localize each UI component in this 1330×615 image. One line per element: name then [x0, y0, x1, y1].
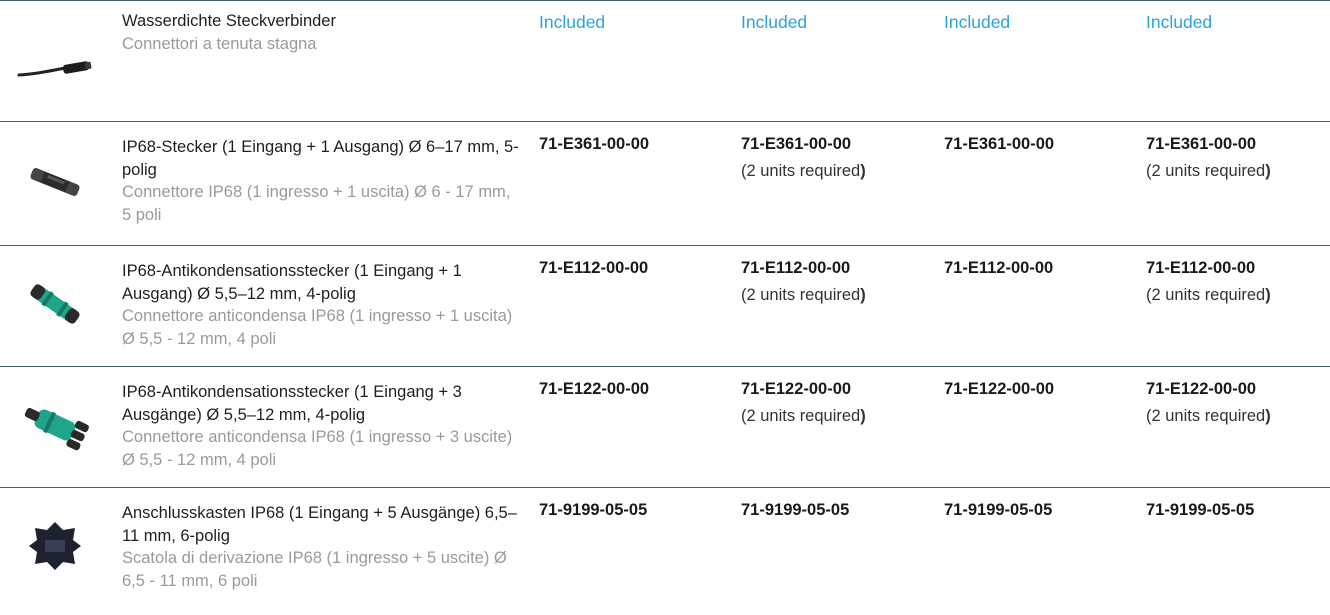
table-row: Wasserdichte Steckverbinder Connettori a… — [0, 0, 1330, 121]
german-description: IP68-Antikondensationsstecker (1 Eingang… — [122, 262, 462, 303]
german-description: Anschlusskasten IP68 (1 Eingang + 5 Ausg… — [122, 504, 517, 545]
part-number-cell: 71-E361-00-00 — [944, 131, 1054, 158]
part-number-cell: 71-9199-05-05 — [539, 497, 647, 524]
units-note: (2 units required) — [741, 286, 866, 304]
included-label: Included — [1146, 12, 1213, 32]
part-number: 71-E112-00-00 — [1146, 259, 1256, 277]
part-number-cell: 71-E361-00-00 (2 units required) — [1146, 131, 1271, 185]
part-number: 71-E122-00-00 — [741, 380, 852, 398]
units-note: (2 units required) — [741, 162, 866, 180]
ip68-connector-icon — [0, 142, 110, 222]
german-description: IP68-Antikondensationsstecker (1 Eingang… — [122, 383, 462, 424]
part-number: 71-E112-00-00 — [539, 259, 649, 277]
junction-box-icon — [0, 506, 110, 586]
part-number-cell: 71-E112-00-00 (2 units required) — [1146, 255, 1271, 309]
included-label: Included — [539, 12, 606, 32]
table-row: IP68-Stecker (1 Eingang + 1 Ausgang) Ø 6… — [0, 121, 1330, 245]
part-number: 71-E361-00-00 — [539, 135, 650, 153]
row-description: Anschlusskasten IP68 (1 Eingang + 5 Ausg… — [122, 502, 522, 592]
part-number-cell: 71-E122-00-00 (2 units required) — [1146, 376, 1271, 430]
included-label: Included — [741, 12, 808, 32]
table-row: IP68-Antikondensationsstecker (1 Eingang… — [0, 366, 1330, 487]
part-number: 71-E112-00-00 — [944, 259, 1054, 277]
part-number: 71-E122-00-00 — [539, 380, 650, 398]
part-number: 71-9199-05-05 — [741, 501, 850, 519]
table-row: IP68-Antikondensationsstecker (1 Eingang… — [0, 245, 1330, 366]
italian-description: Connettore anticondensa IP68 (1 ingresso… — [122, 307, 513, 348]
part-number-cell: 71-E361-00-00 (2 units required) — [741, 131, 866, 185]
units-note: (2 units required) — [741, 407, 866, 425]
part-number: 71-E361-00-00 — [1146, 135, 1257, 153]
german-description: Wasserdichte Steckverbinder — [122, 12, 336, 30]
italian-description: Connettori a tenuta stagna — [122, 34, 317, 53]
row-description: IP68-Antikondensationsstecker (1 Eingang… — [122, 381, 522, 471]
part-number: 71-E122-00-00 — [1146, 380, 1257, 398]
units-note: (2 units required) — [1146, 407, 1271, 425]
part-number: 71-E112-00-00 — [741, 259, 851, 277]
anticondensation-connector-icon — [0, 264, 110, 344]
row-description: IP68-Antikondensationsstecker (1 Eingang… — [122, 260, 522, 350]
units-note: (2 units required) — [1146, 162, 1271, 180]
units-note: (2 units required) — [1146, 286, 1271, 304]
row-description: Wasserdichte Steckverbinder Connettori a… — [122, 10, 522, 55]
italian-description: Connettore IP68 (1 ingresso + 1 uscita) … — [122, 183, 511, 224]
multi-output-connector-icon — [0, 385, 110, 465]
waterproof-cable-icon — [0, 31, 110, 91]
part-number-cell: 71-E112-00-00 — [944, 255, 1053, 282]
italian-description: Scatola di derivazione IP68 (1 ingresso … — [122, 549, 507, 590]
part-number: 71-9199-05-05 — [539, 501, 648, 519]
german-description: IP68-Stecker (1 Eingang + 1 Ausgang) Ø 6… — [122, 138, 519, 179]
product-table: Wasserdichte Steckverbinder Connettori a… — [0, 0, 1330, 613]
included-label: Included — [944, 12, 1011, 32]
table-row: Anschlusskasten IP68 (1 Eingang + 5 Ausg… — [0, 487, 1330, 613]
part-number-cell: 71-9199-05-05 — [741, 497, 849, 524]
part-number: 71-9199-05-05 — [944, 501, 1053, 519]
part-number-cell: 71-9199-05-05 — [944, 497, 1052, 524]
italian-description: Connettore anticondensa IP68 (1 ingresso… — [122, 428, 513, 469]
part-number-cell: 71-E112-00-00 (2 units required) — [741, 255, 866, 309]
part-number-cell: 71-E361-00-00 — [539, 131, 649, 158]
part-number-cell: 71-E122-00-00 — [944, 376, 1054, 403]
part-number-cell: 71-E122-00-00 — [539, 376, 649, 403]
part-number-cell: 71-E122-00-00 (2 units required) — [741, 376, 866, 430]
part-number-cell: 71-9199-05-05 — [1146, 497, 1254, 524]
part-number: 71-E122-00-00 — [944, 380, 1055, 398]
part-number-cell: 71-E112-00-00 — [539, 255, 648, 282]
row-description: IP68-Stecker (1 Eingang + 1 Ausgang) Ø 6… — [122, 136, 522, 226]
part-number: 71-E361-00-00 — [741, 135, 852, 153]
part-number: 71-E361-00-00 — [944, 135, 1055, 153]
part-number: 71-9199-05-05 — [1146, 501, 1255, 519]
